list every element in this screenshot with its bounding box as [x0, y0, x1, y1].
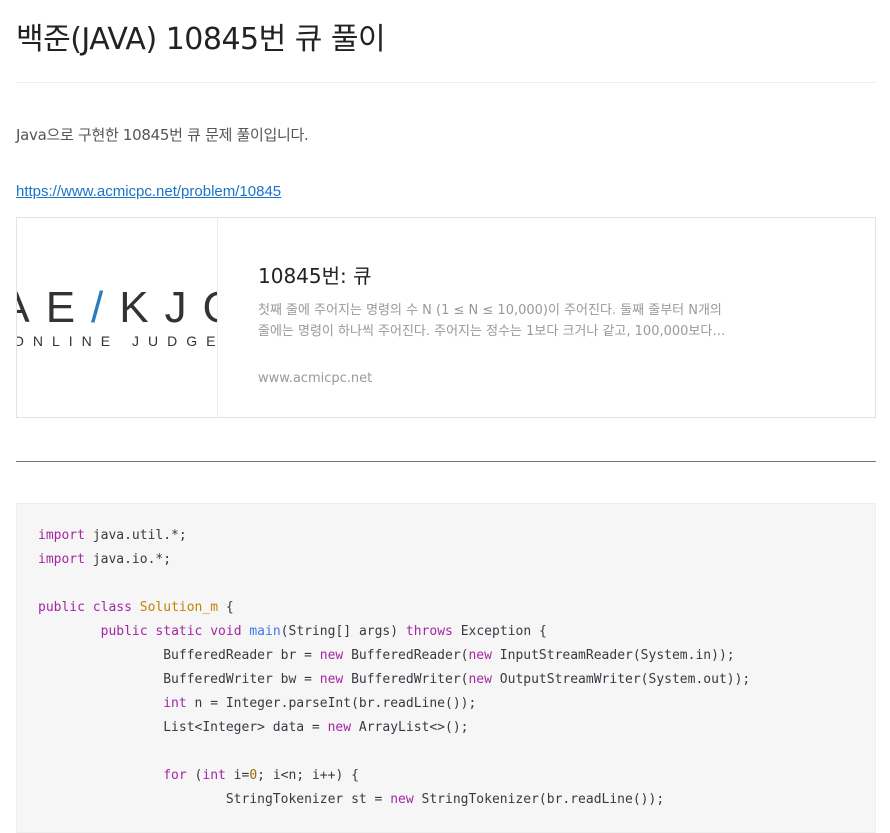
code-token: new [468, 672, 492, 687]
problem-link[interactable]: https://www.acmicpc.net/problem/10845 [16, 183, 281, 200]
logo-text-b: KJOON [119, 283, 217, 332]
logo-text-a: BAE [17, 283, 92, 332]
code-block: import java.util.*; import java.io.*; pu… [16, 503, 876, 833]
code-token: BufferedReader( [343, 648, 469, 663]
code-token: main [249, 624, 281, 639]
code-token: class [92, 600, 132, 615]
code-token: int [202, 768, 226, 783]
code-token: Exception { [452, 624, 547, 639]
code-token: StringTokenizer st = [38, 792, 391, 807]
code-token: import [38, 552, 85, 567]
section-divider [16, 461, 876, 462]
code-token: public [100, 624, 148, 639]
code-token: new [319, 648, 344, 663]
code-token: BufferedWriter bw = [38, 672, 320, 687]
intro-text: Java으로 구현한 10845번 큐 문제 풀이입니다. [16, 126, 309, 144]
code-token: InputStreamReader(System.in)); [491, 648, 735, 663]
code-token: throws [405, 624, 453, 639]
code-line: StringTokenizer st = new StringTokenizer… [38, 792, 664, 807]
code-token: OutputStreamWriter(System.out)); [491, 672, 751, 687]
code-token: java.util.*; [84, 528, 187, 543]
code-token: BufferedReader br = [38, 648, 320, 663]
code-token: i= [225, 768, 250, 783]
logo-slash: / [91, 283, 120, 332]
link-preview-card[interactable]: BAE/KJOON ONLINE JUDGE 10845번: 큐 첫째 줄에 주… [16, 217, 876, 418]
code-token: n = Integer.parseInt(br.readLine()); [186, 696, 477, 711]
code-token: { [218, 600, 234, 615]
code-line: public static void main(String[] args) t… [38, 624, 547, 639]
code-line: for (int i=0; i<n; i++) { [38, 768, 359, 783]
code-token: (String[] args) [280, 624, 406, 639]
card-thumbnail: BAE/KJOON ONLINE JUDGE [17, 218, 218, 417]
code-token: Solution_m [139, 600, 219, 615]
code-line: int n = Integer.parseInt(br.readLine()); [38, 696, 476, 711]
code-token: new [319, 672, 344, 687]
code-line: import java.io.*; [38, 552, 171, 567]
code-line: BufferedWriter bw = new BufferedWriter(n… [38, 672, 750, 687]
logo-subtitle: ONLINE JUDGE [17, 333, 218, 349]
code-line: import java.util.*; [38, 528, 187, 543]
code-line: public class Solution_m { [38, 600, 234, 615]
code-token: List<Integer> data = [38, 720, 328, 735]
code-token: new [390, 792, 414, 807]
code-line: List<Integer> data = new ArrayList<>(); [38, 720, 468, 735]
code-token: public [38, 600, 85, 615]
code-token: ; i<n; i++) { [257, 768, 359, 783]
code-token: ( [186, 768, 203, 783]
code-token: StringTokenizer(br.readLine()); [413, 792, 665, 807]
code-token: 0 [249, 768, 258, 783]
code-token: void [210, 624, 242, 639]
code-token: BufferedWriter( [343, 672, 469, 687]
code-token: java.io.*; [84, 552, 172, 567]
code-token: for [163, 768, 187, 783]
card-domain: www.acmicpc.net [258, 371, 373, 386]
title-divider [16, 82, 876, 83]
card-description: 첫째 줄에 주어지는 명령의 수 N (1 ≤ N ≤ 10,000)이 주어진… [258, 303, 722, 339]
code-line: BufferedReader br = new BufferedReader(n… [38, 648, 735, 663]
baekjoon-logo: BAE/KJOON [17, 283, 217, 332]
code-token: int [163, 696, 187, 711]
code-token: new [327, 720, 352, 735]
code-listing: import java.util.*; import java.io.*; pu… [38, 524, 750, 812]
code-token: ArrayList<>(); [351, 720, 469, 735]
code-token: new [468, 648, 492, 663]
card-title[interactable]: 10845번: 큐 [258, 260, 372, 289]
code-token: import [38, 528, 85, 543]
code-token: static [155, 624, 203, 639]
post-title: 백준(JAVA) 10845번 큐 풀이 [16, 22, 386, 57]
